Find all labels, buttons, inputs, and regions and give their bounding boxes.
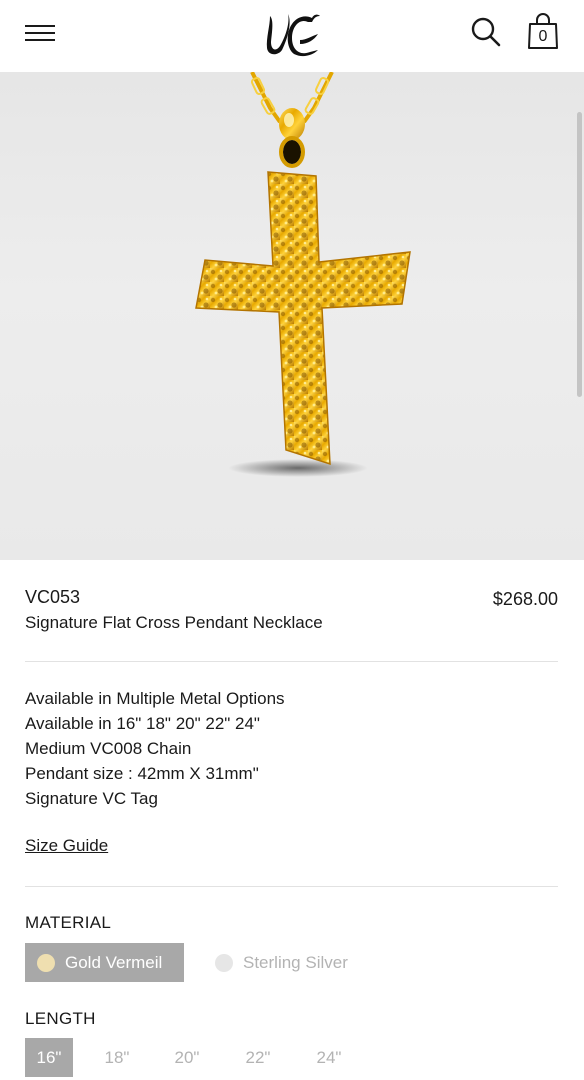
vc-logo[interactable]	[262, 10, 322, 58]
length-label: LENGTH	[25, 1009, 96, 1028]
hamburger-menu-icon	[25, 25, 55, 27]
length-option-22[interactable]: 22"	[234, 1038, 282, 1077]
divider	[25, 661, 558, 662]
description-line: Available in 16" 18" 20" 22" 24"	[25, 714, 260, 733]
product-sku: VC053	[25, 587, 81, 607]
material-option-label: Gold Vermeil	[65, 952, 163, 972]
size-guide-link[interactable]: Size Guide	[25, 836, 108, 856]
page-scrollbar[interactable]	[577, 112, 582, 397]
material-option-label: Sterling Silver	[243, 952, 348, 972]
cart-count: 0	[538, 28, 548, 45]
description-line: Signature VC Tag	[25, 789, 158, 808]
length-option-16[interactable]: 16"	[25, 1038, 73, 1077]
material-option-sterling-silver[interactable]: Sterling Silver	[203, 943, 373, 982]
material-option-gold-vermeil[interactable]: Gold Vermeil	[25, 943, 184, 982]
hamburger-menu-icon-bar	[25, 32, 55, 34]
silver-swatch-icon	[215, 953, 233, 972]
hamburger-menu-icon-bar	[25, 39, 55, 41]
description-line: Available in Multiple Metal Options	[25, 689, 285, 708]
site-header: 0	[0, 0, 584, 72]
divider	[25, 886, 558, 887]
gold-swatch-icon	[37, 953, 55, 972]
product-info: VC053 $268.00 Signature Flat Cross Penda…	[25, 586, 558, 635]
search-icon[interactable]	[470, 16, 502, 48]
length-option-20[interactable]: 20"	[163, 1038, 211, 1077]
product-image[interactable]	[0, 72, 584, 560]
gold-cross-pendant-image	[195, 72, 411, 477]
product-description: Available in Multiple Metal Options Avai…	[25, 686, 285, 811]
product-name: Signature Flat Cross Pendant Necklace	[25, 613, 323, 632]
product-price: $268.00	[492, 589, 558, 609]
cart-button[interactable]: 0	[526, 12, 560, 50]
description-line: Pendant size : 42mm X 31mm"	[25, 764, 259, 783]
length-option-18[interactable]: 18"	[93, 1038, 141, 1077]
material-label: MATERIAL	[25, 913, 112, 932]
description-line: Medium VC008 Chain	[25, 739, 192, 758]
length-option-24[interactable]: 24"	[305, 1038, 353, 1077]
menu-button[interactable]	[25, 22, 55, 44]
